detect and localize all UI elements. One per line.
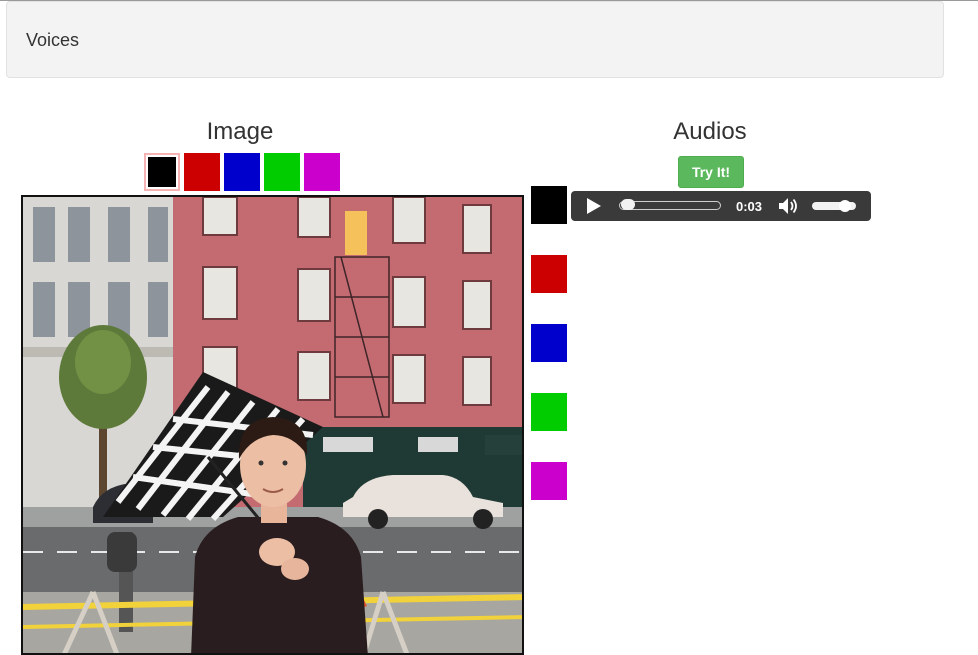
audio-player: 0:03 bbox=[571, 191, 871, 221]
image-swatch-magenta[interactable] bbox=[304, 153, 340, 191]
navbar-brand[interactable]: Voices bbox=[26, 30, 79, 51]
image-swatch-black[interactable] bbox=[144, 153, 180, 191]
image-color-swatches bbox=[144, 153, 340, 191]
voice-swatch-magenta[interactable] bbox=[531, 462, 567, 500]
try-it-button[interactable]: Try It! bbox=[678, 156, 744, 188]
image-swatch-blue[interactable] bbox=[224, 153, 260, 191]
volume-slider[interactable] bbox=[812, 200, 856, 212]
audios-heading: Audios bbox=[673, 118, 747, 145]
speaker-icon[interactable] bbox=[778, 197, 800, 215]
volume-knob[interactable] bbox=[839, 200, 852, 212]
voice-swatch-green[interactable] bbox=[531, 393, 567, 431]
progress-knob[interactable] bbox=[621, 199, 635, 210]
audio-time: 0:03 bbox=[736, 199, 763, 214]
voice-swatch-blue[interactable] bbox=[531, 324, 567, 362]
image-swatch-red[interactable] bbox=[184, 153, 220, 191]
audio-progress-bar[interactable] bbox=[619, 199, 721, 210]
photo-canvas[interactable] bbox=[21, 195, 524, 655]
street-photo bbox=[23, 197, 522, 653]
play-icon[interactable] bbox=[585, 197, 603, 215]
image-swatch-green[interactable] bbox=[264, 153, 300, 191]
image-heading: Image bbox=[206, 118, 274, 145]
voice-swatch-red[interactable] bbox=[531, 255, 567, 293]
voice-swatch-black[interactable] bbox=[531, 186, 567, 224]
navbar: Voices bbox=[6, 1, 944, 78]
